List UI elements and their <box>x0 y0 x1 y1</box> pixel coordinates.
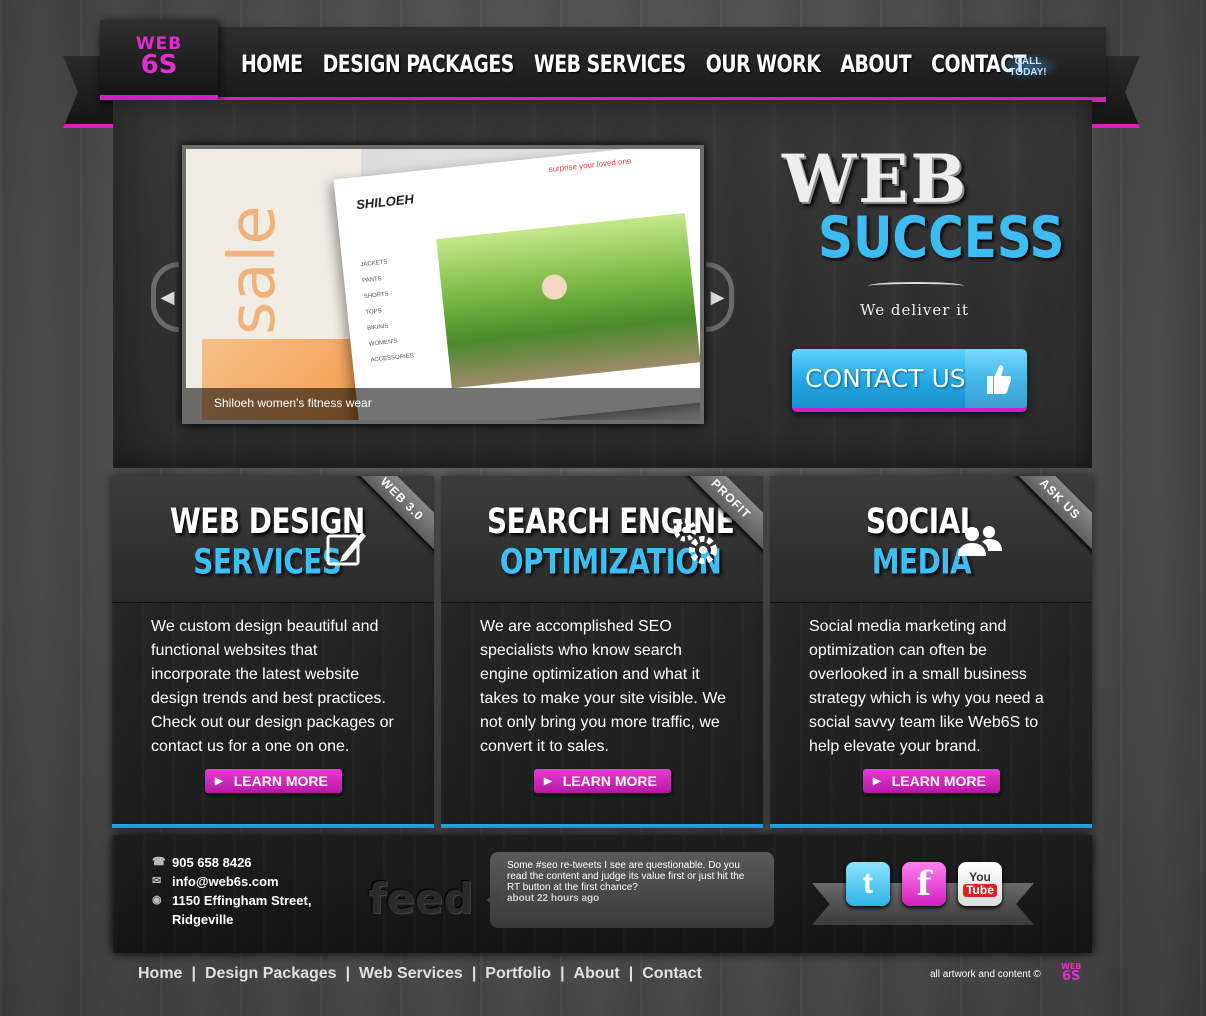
envelope-icon: ✉ <box>152 875 162 887</box>
slide-caption: Shiloeh women's fitness wear <box>186 388 700 420</box>
service-card-seo: SEARCH ENGINE OPTIMIZATION PROFIT We are… <box>441 476 763 828</box>
footer-link-web-services[interactable]: Web Services <box>359 965 463 982</box>
service-body: We custom design beautiful and functiona… <box>112 603 434 824</box>
chevron-right-icon: ▶ <box>710 286 725 307</box>
twitter-feed-bubble: Some #seo re-tweets I see are questionab… <box>486 852 774 928</box>
thumbs-up-icon <box>965 349 1027 408</box>
contact-us-button[interactable]: CONTACT US <box>792 349 1027 412</box>
main-nav: HOME DESIGN PACKAGES WEB SERVICES OUR WO… <box>241 50 1046 78</box>
footer-link-home[interactable]: Home <box>138 965 182 982</box>
flourish-divider-icon <box>868 282 964 290</box>
learn-more-label: LEARN MORE <box>891 773 986 789</box>
contact-info: ☎ 905 658 8426 ✉ info@web6s.com ◉ 1150 E… <box>152 853 311 929</box>
image-slider[interactable]: sale SHILOEH surprise your loved one JAC… <box>182 145 704 424</box>
nav-about[interactable]: ABOUT <box>840 50 911 78</box>
footer-link-portfolio[interactable]: Portfolio <box>485 965 551 982</box>
contact-address-line2: Ridgeville <box>172 912 234 927</box>
location-icon: ◉ <box>152 894 162 906</box>
youtube-tube: Tube <box>963 884 997 897</box>
learn-more-label: LEARN MORE <box>562 773 657 789</box>
youtube-icon[interactable]: You Tube <box>958 862 1002 906</box>
tweet-time[interactable]: about 22 hours ago <box>507 893 760 904</box>
facebook-icon[interactable]: f <box>902 862 946 906</box>
chevron-left-icon: ◀ <box>160 286 175 307</box>
contact-phone: 905 658 8426 <box>172 855 252 870</box>
footer-logo[interactable]: WEB 6S <box>1061 962 1081 983</box>
twitter-icon[interactable]: t <box>846 862 890 906</box>
slide-brand: SHILOEH <box>355 191 415 213</box>
service-body: We are accomplished SEO specialists who … <box>441 603 763 824</box>
contact-address-line1: 1150 Effingham Street, <box>172 893 312 908</box>
logo-text-6s: 6S <box>140 50 178 80</box>
service-body: Social media marketing and optimization … <box>770 603 1092 824</box>
contact-email[interactable]: info@web6s.com <box>172 872 279 891</box>
learn-more-label: LEARN MORE <box>233 773 328 789</box>
footer-link-design-packages[interactable]: Design Packages <box>205 965 337 982</box>
service-header: SEARCH ENGINE OPTIMIZATION PROFIT <box>441 476 763 603</box>
facebook-glyph: f <box>916 864 932 904</box>
slide-tagline: surprise your loved one <box>548 156 632 175</box>
footer-separator: | <box>560 965 565 982</box>
footer-separator: | <box>628 965 634 982</box>
learn-more-button[interactable]: ▶ LEARN MORE <box>534 769 671 793</box>
service-description: We custom design beautiful and functiona… <box>151 618 394 755</box>
hero-tagline: We deliver it <box>860 301 970 319</box>
slide-website-screenshot: SHILOEH surprise your loved one JACKETS … <box>333 149 700 420</box>
play-arrow-icon: ▶ <box>215 775 223 787</box>
service-ribbon: ASK US <box>1001 476 1092 558</box>
site-logo[interactable]: WEB 6S <box>100 20 218 100</box>
play-arrow-icon: ▶ <box>873 775 881 787</box>
hero-headline-success: SUCCESS <box>818 204 1065 271</box>
contact-us-label: CONTACT US <box>805 364 966 393</box>
call-today-badge[interactable]: CALL TODAY! <box>996 53 1060 79</box>
twitter-glyph: t <box>863 867 873 900</box>
slide-menu-item: WOMEN'S ACCESSORIES <box>368 338 415 364</box>
service-card-web-design: WEB DESIGN SERVICES WEB 3.0 We custom de… <box>112 476 434 828</box>
nav-design-packages[interactable]: DESIGN PACKAGES <box>323 50 515 78</box>
nav-home[interactable]: HOME <box>241 50 303 78</box>
copyright-text: all artwork and content © <box>930 969 1041 980</box>
service-description: We are accomplished SEO specialists who … <box>480 618 727 755</box>
contact-address: 1150 Effingham Street, Ridgeville <box>172 891 311 929</box>
nav-web-services[interactable]: WEB SERVICES <box>534 50 686 78</box>
call-text: CALL <box>1014 56 1042 67</box>
contact-email-row: ✉ info@web6s.com <box>152 872 311 891</box>
nav-our-work[interactable]: OUR WORK <box>706 50 821 78</box>
today-text: TODAY! <box>1009 67 1047 78</box>
users-icon <box>958 522 1004 568</box>
footer-separator: | <box>345 965 351 982</box>
footer-link-contact[interactable]: Contact <box>642 965 702 982</box>
service-header: SOCIAL MEDIA ASK US <box>770 476 1092 603</box>
tweet-text: Some #seo re-tweets I see are questionab… <box>507 860 745 893</box>
footer-separator: | <box>191 965 196 982</box>
learn-more-button[interactable]: ▶ LEARN MORE <box>205 769 342 793</box>
slide-sale-text: sale <box>216 205 290 335</box>
slide-runner-photo <box>436 213 700 389</box>
slide-menu: JACKETS PANTS SHORTS TOPS BIKINIS WOMEN'… <box>360 250 441 369</box>
gears-icon <box>671 516 717 564</box>
phone-icon: ☎ <box>152 856 166 868</box>
footer-logo-6s: 6S <box>1061 969 1081 984</box>
service-header: WEB DESIGN SERVICES WEB 3.0 <box>112 476 434 603</box>
feed-label: feed <box>368 874 474 923</box>
tablet-pen-icon <box>324 526 370 572</box>
play-arrow-icon: ▶ <box>544 775 552 787</box>
contact-address-row: ◉ 1150 Effingham Street, Ridgeville <box>152 891 311 929</box>
service-card-social-media: SOCIAL MEDIA ASK US Social media marketi… <box>770 476 1092 828</box>
footer-link-about[interactable]: About <box>574 965 620 982</box>
footer-separator: | <box>471 965 477 982</box>
service-description: Social media marketing and optimization … <box>809 618 1044 755</box>
learn-more-button[interactable]: ▶ LEARN MORE <box>863 769 1000 793</box>
contact-phone-row: ☎ 905 658 8426 <box>152 853 311 872</box>
footer-nav: Home | Design Packages | Web Services | Portfo… <box>138 965 702 983</box>
